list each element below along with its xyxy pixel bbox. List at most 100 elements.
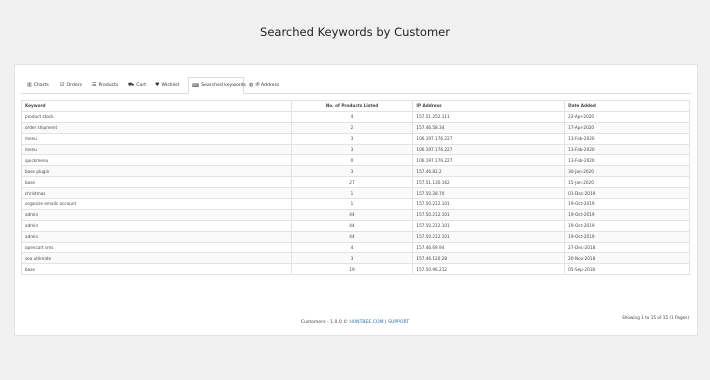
table-row: organize emails account 1 157.50.212.101 19… [21, 198, 690, 210]
cell-products-listed: 3 [290, 143, 414, 156]
table-row: admin 44 157.50.212.101 19-Oct-2019 [21, 230, 690, 243]
cell-date-added: 19-Oct-2019 [564, 198, 690, 210]
footer-version: Customers - 1.0.0 © [300, 320, 348, 325]
keyboard-icon: ⌨ [192, 82, 200, 89]
cell-keyword: organize emails account [21, 198, 292, 210]
cell-ip-address: 157.50.212.101 [412, 230, 566, 243]
cell-date-added: 13-Feb-2020 [564, 143, 690, 156]
tab-searched-keywords[interactable]: ⌨ Searched keywords [188, 77, 246, 94]
table-row: order shipment 2 157.46.58.34 17-Apr-2020 [21, 121, 690, 134]
table-row: opencart sms 4 157.46.69.94 27-Dec-2018 [21, 241, 690, 254]
tab-label: Searched keywords [201, 83, 246, 88]
cell-date-added: 30-Jan-2020 [564, 165, 690, 178]
cell-keyword: admin [21, 230, 292, 243]
cell-ip-address: 157.46.120.28 [412, 252, 566, 265]
table-row: quickmenu 0 106.197.176.227 13-Feb-2020 [21, 154, 690, 167]
table-row: product stock 4 157.51.252.111 22-Apr-2020 [21, 110, 690, 123]
cell-keyword: admin [21, 208, 292, 221]
cell-products-listed: 44 [290, 208, 414, 221]
table-row: admin 44 157.50.212.101 19-Oct-2019 [21, 219, 690, 232]
cell-keyword: menu [21, 132, 292, 145]
table-row: admin 44 157.50.212.101 19-Oct-2019 [21, 208, 690, 221]
tab-label: Cart [136, 82, 147, 88]
cell-keyword: quickmenu [21, 154, 292, 167]
tab-bar: ▥ Charts ☑ Orders ☰ Products ⛟ Cart ♥ Wishlist ⌨ Se… [21, 73, 691, 94]
tab-products[interactable]: ☰ Products [89, 77, 121, 93]
cell-keyword: admin [21, 219, 292, 232]
cell-date-added: 13-Feb-2020 [564, 132, 690, 145]
cell-products-listed: 3 [290, 252, 414, 265]
tab-charts[interactable]: ▥ Charts [24, 77, 54, 93]
table-row: menu 3 106.197.176.227 13-Feb-2020 [21, 143, 690, 156]
cell-products-listed: 1 [290, 198, 414, 210]
tab-label: Products [98, 82, 119, 88]
cell-ip-address: 157.46.82.2 [412, 165, 566, 178]
cell-date-added: 13-Feb-2020 [564, 154, 690, 167]
tab-label: Charts [33, 82, 49, 88]
column-header-products-listed[interactable]: No. of Products Listed [290, 100, 414, 112]
bar-chart-icon: ▥ [27, 82, 32, 88]
cell-products-listed: 44 [290, 230, 414, 243]
cell-ip-address: 106.197.176.227 [412, 143, 566, 156]
cell-date-added: 17-Apr-2020 [564, 121, 690, 134]
table-row: seo ultimate 3 157.46.120.28 20-Nov-2018 [21, 252, 690, 265]
cell-products-listed: 3 [290, 132, 414, 145]
table-row: base 27 157.51.130.162 15-Jan-2020 [21, 176, 690, 189]
cell-products-listed: 27 [290, 176, 414, 189]
cell-ip-address: 106.197.176.227 [412, 132, 566, 145]
tab-cart[interactable]: ⛟ Cart [125, 77, 149, 93]
page-title: Searched Keywords by Customer [260, 25, 450, 39]
cell-ip-address: 157.51.130.162 [412, 176, 566, 189]
cell-keyword: base [21, 176, 292, 189]
cell-ip-address: 157.50.28.70 [412, 187, 566, 200]
table-header-row: Keyword No. of Products Listed IP Addres… [21, 100, 690, 112]
cell-products-listed: 2 [290, 121, 414, 134]
table-row: christmas 1 157.50.28.70 01-Dec-2019 [21, 187, 690, 200]
cell-products-listed: 19 [290, 263, 414, 276]
tab-ip-address[interactable]: ◍ IP Address [246, 77, 280, 93]
column-header-keyword[interactable]: Keyword [21, 100, 292, 112]
cell-keyword: opencart sms [21, 241, 292, 254]
cell-keyword: base [21, 263, 292, 276]
cell-products-listed: 4 [290, 110, 414, 123]
cell-date-added: 05-Sep-2018 [564, 263, 690, 276]
cell-date-added: 15-Jan-2020 [564, 176, 690, 189]
footer: Customers - 1.0.0 © HUNTBEE.COM | SUPPOR… [0, 320, 710, 325]
heart-icon: ♥ [155, 82, 160, 88]
table-row: base plugin 3 157.46.82.2 30-Jan-2020 [21, 165, 690, 178]
cell-ip-address: 157.50.212.101 [412, 198, 566, 210]
cell-products-listed: 44 [290, 219, 414, 232]
globe-icon: ◍ [249, 82, 254, 88]
cell-products-listed: 1 [290, 187, 414, 200]
cell-keyword: base plugin [21, 165, 292, 178]
tab-label: Orders [66, 82, 82, 88]
column-header-date-added[interactable]: Date Added [564, 100, 690, 112]
check-square-icon: ☑ [60, 82, 65, 88]
keywords-table: Keyword No. of Products Listed IP Addres… [21, 100, 690, 276]
cell-products-listed: 3 [290, 165, 414, 178]
cell-date-added: 01-Dec-2019 [564, 187, 690, 200]
tab-orders[interactable]: ☑ Orders [57, 77, 85, 93]
cell-date-added: 19-Oct-2019 [564, 230, 690, 243]
cell-ip-address: 157.46.58.34 [412, 121, 566, 134]
cell-ip-address: 157.46.69.94 [412, 241, 566, 254]
cell-date-added: 27-Dec-2018 [564, 241, 690, 254]
cell-keyword: christmas [21, 187, 292, 200]
cell-keyword: order shipment [21, 121, 292, 134]
cell-date-added: 22-Apr-2020 [564, 110, 690, 123]
report-panel: ▥ Charts ☑ Orders ☰ Products ⛟ Cart ♥ Wishlist ⌨ Se… [14, 64, 698, 336]
huntbee-link[interactable]: HUNTBEE.COM [349, 320, 383, 325]
cell-products-listed: 4 [290, 241, 414, 254]
list-icon: ☰ [92, 82, 97, 88]
cell-ip-address: 157.51.252.111 [412, 110, 566, 123]
cart-icon: ⛟ [128, 81, 135, 88]
tab-wishlist[interactable]: ♥ Wishlist [152, 77, 184, 93]
cell-date-added: 19-Oct-2019 [564, 208, 690, 221]
table-row: base 19 157.50.96.212 05-Sep-2018 [21, 263, 690, 276]
support-link[interactable]: SUPPORT [388, 320, 409, 325]
table-row: menu 3 106.197.176.227 13-Feb-2020 [21, 132, 690, 145]
column-header-ip-address[interactable]: IP Address [412, 100, 566, 112]
cell-ip-address: 106.197.176.227 [412, 154, 566, 167]
cell-ip-address: 157.50.212.101 [412, 208, 566, 221]
cell-date-added: 20-Nov-2018 [564, 252, 690, 265]
